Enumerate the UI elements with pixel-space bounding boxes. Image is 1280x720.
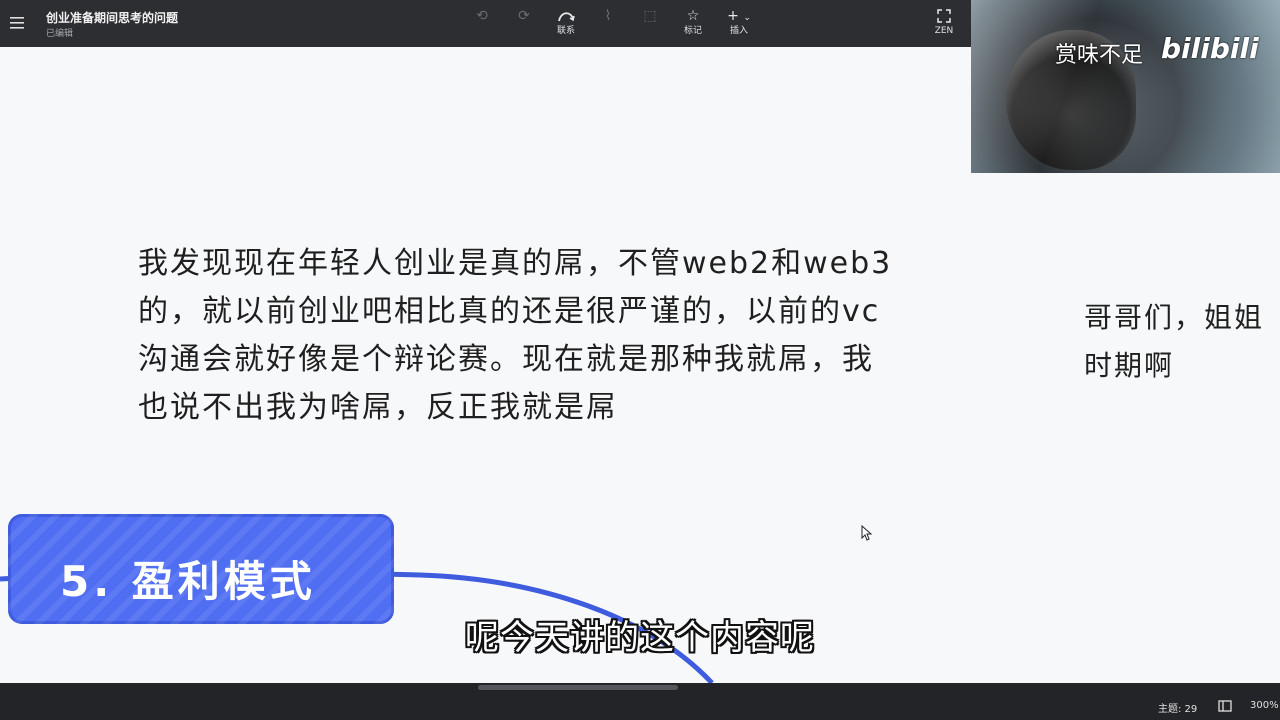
insert-label: 插入	[729, 26, 748, 36]
boundary-icon: ⬚	[643, 8, 657, 24]
redo-button[interactable]: ⟳	[504, 6, 544, 42]
topic-count: 主题: 29	[1158, 704, 1198, 715]
bilibili-logo: bilibili	[1161, 32, 1259, 65]
webcam-overlay: 赏味不足 bilibili	[971, 0, 1280, 173]
outline-view-icon[interactable]	[1218, 698, 1232, 717]
webcam-lighting	[971, 0, 1280, 173]
video-subtitle: 呢今天讲的这个内容呢	[465, 618, 815, 658]
relationship-button[interactable]: 联系	[546, 6, 586, 42]
save-status: 已编辑	[46, 29, 74, 39]
topic-label: 5. 盈利模式	[60, 557, 316, 606]
channel-watermark: 赏味不足	[1055, 43, 1144, 68]
plus-icon: + ⌄	[727, 8, 751, 24]
horizontal-scrollbar[interactable]	[478, 685, 678, 690]
undo-icon: ⟲	[476, 8, 488, 24]
status-bar: 主题: 29 300%	[0, 683, 1280, 720]
side-note-text[interactable]: 哥哥们，姐姐 时期啊	[1084, 294, 1280, 390]
relationship-icon	[546, 6, 586, 26]
redo-icon: ⟳	[518, 8, 530, 24]
relationship-label: 联系	[556, 26, 575, 36]
zen-label: ZEN	[934, 26, 954, 36]
note-text[interactable]: 我发现现在年轻人创业是真的屌，不管web2和web3 的，就以前创业吧相比真的还…	[138, 240, 938, 432]
star-icon: ☆	[686, 8, 700, 24]
zen-mode-button[interactable]: ZEN	[924, 6, 964, 42]
topic-node-profit-model[interactable]: 5. 盈利模式	[8, 514, 394, 624]
boundary-button[interactable]: ⬚	[630, 6, 670, 42]
insert-button[interactable]: + ⌄ 插入	[719, 6, 759, 42]
menu-icon[interactable]	[10, 13, 26, 33]
fullscreen-icon	[924, 6, 964, 26]
marker-button[interactable]: ☆ 标记	[673, 6, 713, 42]
zoom-level[interactable]: 300%	[1250, 700, 1279, 711]
chevron-down-icon: ⌄	[743, 13, 751, 23]
undo-button[interactable]: ⟲	[462, 6, 502, 42]
summary-button[interactable]: ⌇	[588, 6, 628, 42]
marker-label: 标记	[683, 26, 702, 36]
mouse-cursor-icon	[861, 525, 873, 541]
summary-icon: ⌇	[604, 8, 612, 24]
document-title[interactable]: 创业准备期间思考的问题	[46, 9, 178, 26]
